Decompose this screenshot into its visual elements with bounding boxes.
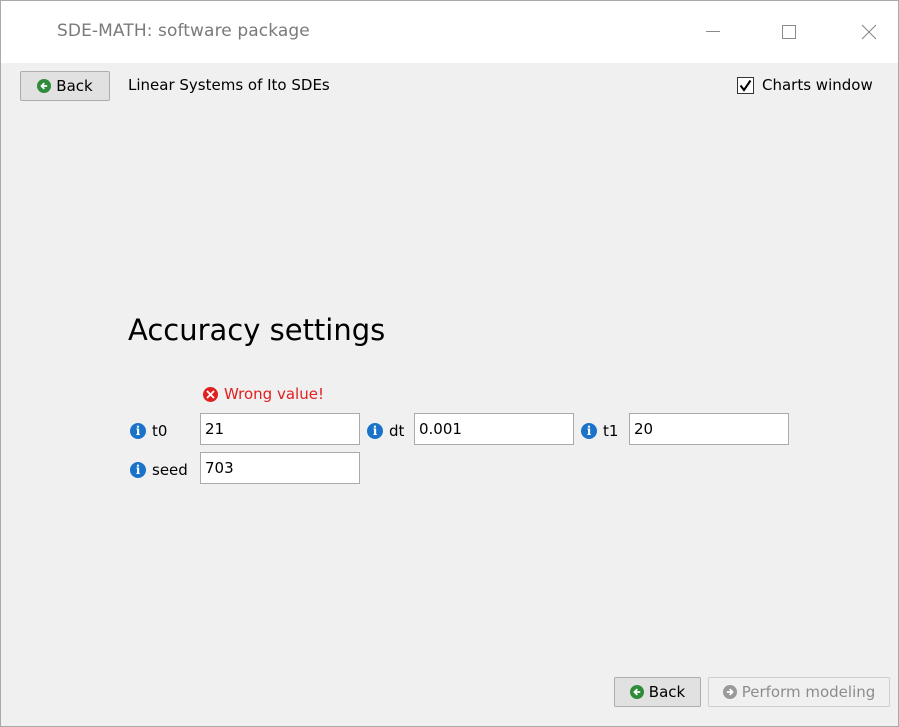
info-icon[interactable]: i [367,423,383,439]
maximize-button[interactable] [759,1,819,63]
maximize-icon [782,25,796,39]
t0-input[interactable] [200,413,360,445]
minimize-icon [706,31,720,32]
error-message: Wrong value! [203,385,324,403]
back-button-top-label: Back [56,77,93,95]
t1-input[interactable] [629,413,789,445]
back-button-bottom-label: Back [648,683,686,701]
page-heading: Linear Systems of Ito SDEs [128,76,330,94]
t1-label: i t1 [581,422,618,440]
charts-window-toggle[interactable]: Charts window [737,76,873,94]
title-bar: SDE-MATH: software package [1,1,898,63]
close-button[interactable] [839,1,899,63]
perform-modeling-label: Perform modeling [741,683,876,701]
minimize-button[interactable] [683,1,743,63]
seed-label: i seed [130,461,188,479]
checkmark-icon [739,79,752,92]
section-title: Accuracy settings [128,313,386,347]
perform-modeling-button[interactable]: Perform modeling [708,677,890,707]
dt-input[interactable] [414,413,574,445]
seed-input[interactable] [200,452,360,484]
app-window: SDE-MATH: software package Back Linear S… [0,0,899,727]
t0-label: i t0 [130,422,167,440]
charts-window-label: Charts window [762,76,873,94]
error-icon [203,386,218,402]
error-text: Wrong value! [224,385,324,403]
back-arrow-icon [629,685,644,699]
back-button-top[interactable]: Back [20,71,110,101]
info-icon[interactable]: i [130,462,146,478]
back-button-bottom[interactable]: Back [614,677,701,707]
close-icon [861,24,877,40]
forward-arrow-icon [722,685,737,699]
charts-window-checkbox[interactable] [737,76,754,94]
dt-label: i dt [367,422,404,440]
back-arrow-icon [37,79,52,93]
info-icon[interactable]: i [581,423,597,439]
info-icon[interactable]: i [130,423,146,439]
window-title: SDE-MATH: software package [57,21,310,41]
